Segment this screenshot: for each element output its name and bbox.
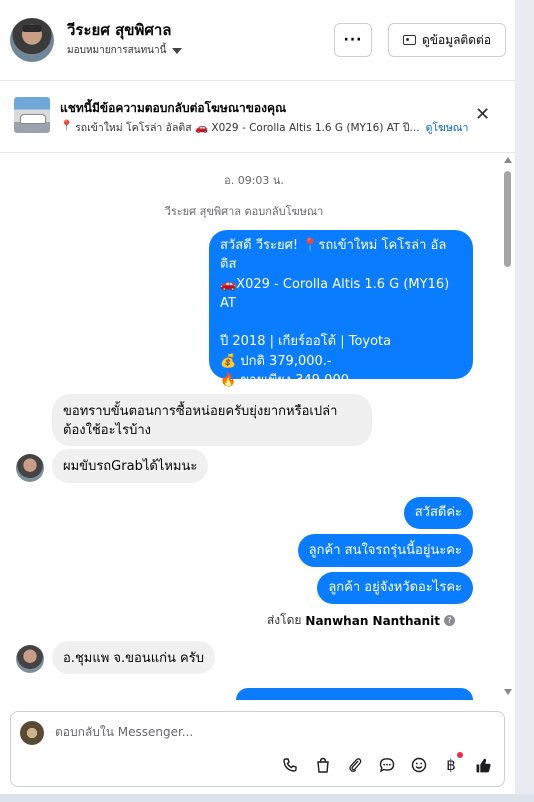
thumbs-up-icon[interactable]	[473, 755, 493, 775]
message-bubble-outgoing[interactable]: สวัสดี วีระยศ! 📍รถเข้าใหม่ โคโรล่า อัลติ…	[209, 230, 473, 407]
window-edge	[515, 0, 534, 802]
scroll-up-arrow-icon[interactable]	[504, 157, 512, 163]
close-icon[interactable]: ✕	[475, 106, 490, 124]
emoji-icon[interactable]	[409, 755, 429, 775]
help-icon[interactable]: ?	[444, 615, 455, 626]
reply-input[interactable]	[55, 725, 455, 739]
assign-conversation-dropdown[interactable]: มอบหมายการสนทนานี้	[67, 43, 183, 58]
ad-reply-banner: แชทนี้มีข้อความตอบกลับต่อโฆษณาของคุณ 📍 ร…	[0, 81, 515, 153]
phone-icon[interactable]	[280, 755, 300, 775]
window-bottom-edge	[0, 794, 534, 802]
contact-card-icon	[402, 35, 416, 45]
scroll-down-arrow-icon[interactable]	[504, 689, 512, 695]
location-pin-icon: 📍	[60, 120, 74, 132]
message-bubble-incoming[interactable]: ขอทราบขั้นตอนการซื้อหน่อยครับยุ่งยากหรือ…	[52, 394, 372, 446]
caret-down-icon	[172, 48, 183, 54]
contact-name[interactable]: วีระยศ สุขพิศาล	[67, 18, 172, 42]
more-options-button[interactable]: ···	[334, 23, 372, 57]
sent-by-prefix: ส่งโดย	[266, 613, 302, 627]
ad-reply-system-note: วีระยศ สุขพิศาล ตอบกลับโฆษณา	[164, 205, 324, 218]
view-contact-info-label: ดูข้อมูลติดต่อ	[421, 32, 492, 47]
message-bubble-outgoing[interactable]: ลูกค้า สนใจรถรุ่นนี้อยู่นะคะ	[297, 534, 473, 567]
message-timestamp: อ. 09:03 น.	[224, 174, 284, 187]
sent-by-label: ส่งโดย Nanwhan Nanthanit ?	[267, 611, 455, 630]
shopping-bag-icon[interactable]	[313, 755, 333, 775]
message-scrollbar[interactable]	[503, 157, 513, 697]
contact-avatar-small	[16, 454, 44, 482]
contact-avatar-small	[16, 645, 44, 673]
notification-dot	[457, 752, 463, 758]
view-ad-link[interactable]: ดูโฆษณา	[426, 119, 469, 136]
message-bubble-incoming[interactable]: อ.ชุมแพ จ.ขอนแก่น ครับ	[52, 641, 215, 674]
baht-payment-icon[interactable]: ฿	[441, 752, 463, 775]
page-avatar	[20, 721, 44, 745]
chat-bubble-icon[interactable]	[377, 755, 397, 775]
chat-header: วีระยศ สุขพิศาล มอบหมายการสนทนานี้ ··· ด…	[0, 0, 515, 81]
message-bubble-outgoing[interactable]: สวัสดีค่ะ	[403, 497, 473, 529]
message-bubble-outgoing-partial[interactable]	[236, 688, 473, 700]
ad-banner-title: แชทนี้มีข้อความตอบกลับต่อโฆษณาของคุณ	[60, 101, 287, 115]
ad-thumbnail	[14, 97, 50, 133]
more-options-label: ···	[343, 32, 363, 48]
sent-by-agent-name: Nanwhan Nanthanit	[305, 613, 440, 628]
ad-banner-description-row: 📍 รถเข้าใหม่ โคโรล่า อัลติส 🚗 X029 - Cor…	[60, 119, 468, 136]
message-composer: ฿	[10, 711, 505, 787]
message-bubble-outgoing[interactable]: ลูกค้า อยู่จังหวัดอะไรคะ	[317, 572, 473, 604]
paperclip-icon[interactable]	[345, 755, 365, 775]
ad-banner-description: รถเข้าใหม่ โคโรล่า อัลติส 🚗 X029 - Corol…	[75, 122, 420, 134]
message-bubble-incoming[interactable]: ผมขับรถGrabได้ไหมนะ	[52, 449, 209, 483]
assign-conversation-label: มอบหมายการสนทนานี้	[67, 45, 167, 56]
messenger-chat-panel: วีระยศ สุขพิศาล มอบหมายการสนทนานี้ ··· ด…	[0, 0, 515, 802]
contact-avatar[interactable]	[10, 18, 54, 62]
view-contact-info-button[interactable]: ดูข้อมูลติดต่อ	[388, 23, 506, 57]
